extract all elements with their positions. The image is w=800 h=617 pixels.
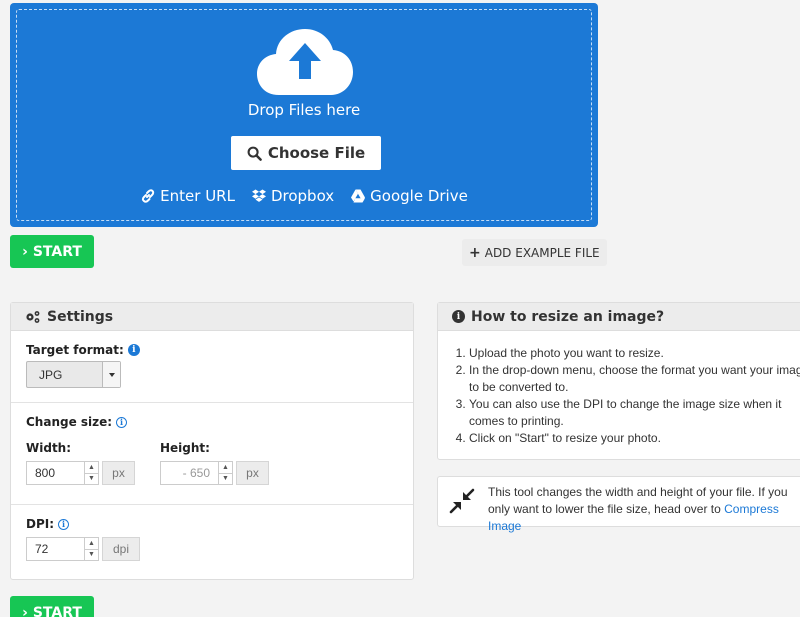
gears-icon	[26, 310, 40, 323]
dpi-spinner: ▲ ▼ dpi	[26, 537, 398, 561]
info-outline-icon[interactable]: i	[116, 416, 128, 428]
upload-sources: Enter URL Dropbox Google Drive	[17, 187, 591, 205]
target-format-section: Target format: i JPG	[11, 331, 413, 403]
howto-step: You can also use the DPI to change the i…	[469, 396, 800, 430]
enter-url-link[interactable]: Enter URL	[140, 187, 235, 205]
change-size-label: Change size:	[26, 415, 113, 429]
dropbox-icon	[251, 189, 266, 202]
howto-panel: i How to resize an image? Upload the pho…	[437, 302, 800, 460]
chevron-up-icon[interactable]: ▲	[219, 462, 232, 474]
width-unit: px	[102, 461, 135, 485]
tip-body: This tool changes the width and height o…	[438, 477, 800, 542]
width-input[interactable]	[26, 461, 84, 485]
google-drive-link[interactable]: Google Drive	[350, 187, 468, 205]
cloud-upload-icon	[257, 29, 353, 95]
height-input[interactable]	[160, 461, 218, 485]
settings-header: Settings	[11, 303, 413, 331]
change-size-section: Change size: i Width: ▲ ▼ px Height:	[11, 403, 413, 505]
choose-file-button[interactable]: Choose File	[231, 136, 381, 170]
start-label: START	[32, 243, 82, 260]
link-icon	[142, 189, 155, 203]
google-drive-label: Google Drive	[370, 187, 468, 205]
caret-down-icon	[102, 362, 120, 387]
dpi-section: DPI: i ▲ ▼ dpi	[11, 505, 413, 561]
chevron-up-icon[interactable]: ▲	[85, 538, 98, 550]
dropzone-border: Drop Files here Choose File Enter URL Dr…	[16, 9, 592, 221]
choose-file-label: Choose File	[267, 144, 366, 162]
file-dropzone[interactable]: Drop Files here Choose File Enter URL Dr…	[10, 3, 598, 227]
info-outline-icon[interactable]: i	[58, 518, 70, 530]
height-label: Height:	[160, 441, 210, 455]
settings-panel: Settings Target format: i JPG Change siz…	[10, 302, 414, 580]
chevron-right-icon: ›	[22, 243, 28, 260]
change-size-label-row: Change size: i	[26, 415, 398, 429]
start-button[interactable]: › START	[10, 235, 94, 268]
add-example-file-button[interactable]: + ADD EXAMPLE FILE	[462, 239, 607, 266]
target-format-select[interactable]: JPG	[26, 361, 121, 388]
chevron-down-icon[interactable]: ▼	[219, 474, 232, 485]
width-stepper[interactable]: ▲ ▼	[84, 461, 99, 485]
chevron-up-icon[interactable]: ▲	[85, 462, 98, 474]
enter-url-label: Enter URL	[160, 187, 235, 205]
drop-files-text: Drop Files here	[247, 101, 361, 119]
howto-step: Upload the photo you want to resize.	[469, 345, 800, 362]
width-spinner: ▲ ▼ px	[26, 461, 135, 485]
target-format-label: Target format:	[26, 343, 124, 357]
target-format-label-row: Target format: i	[26, 343, 398, 357]
dropbox-link[interactable]: Dropbox	[251, 187, 334, 205]
height-stepper[interactable]: ▲ ▼	[218, 461, 233, 485]
howto-step: Click on "Start" to resize your photo.	[469, 430, 800, 447]
howto-steps: Upload the photo you want to resize. In …	[438, 331, 800, 447]
size-fields: Width: ▲ ▼ px Height: ▲ ▼	[26, 441, 398, 485]
info-icon[interactable]: i	[127, 344, 140, 356]
dpi-stepper[interactable]: ▲ ▼	[84, 537, 99, 561]
height-spinner: ▲ ▼ px	[160, 461, 269, 485]
height-unit: px	[236, 461, 269, 485]
width-field: Width: ▲ ▼ px	[26, 441, 135, 485]
google-drive-icon	[351, 189, 366, 203]
width-label: Width:	[26, 441, 72, 455]
target-format-value: JPG	[39, 367, 63, 382]
height-field: Height: ▲ ▼ px	[160, 441, 269, 485]
dpi-label: DPI:	[26, 517, 55, 531]
add-example-label: ADD EXAMPLE FILE	[484, 245, 600, 260]
dpi-input[interactable]	[26, 537, 84, 561]
chevron-down-icon[interactable]: ▼	[85, 474, 98, 485]
start-label: START	[32, 604, 82, 617]
dpi-label-row: DPI: i	[26, 517, 398, 531]
compress-arrows-icon	[449, 488, 475, 514]
info-circle-icon: i	[452, 310, 465, 323]
howto-step: In the drop-down menu, choose the format…	[469, 362, 800, 396]
chevron-right-icon: ›	[22, 604, 28, 617]
tip-text: This tool changes the width and height o…	[488, 484, 800, 535]
settings-title: Settings	[47, 308, 114, 325]
search-icon	[247, 146, 262, 161]
start-button-bottom[interactable]: › START	[10, 596, 94, 617]
howto-header: i How to resize an image?	[438, 303, 800, 331]
dpi-unit: dpi	[102, 537, 140, 561]
plus-icon: +	[469, 244, 481, 261]
dropbox-label: Dropbox	[270, 187, 335, 205]
chevron-down-icon[interactable]: ▼	[85, 550, 98, 561]
howto-title: How to resize an image?	[471, 308, 665, 325]
compress-tip-panel: This tool changes the width and height o…	[437, 476, 800, 533]
